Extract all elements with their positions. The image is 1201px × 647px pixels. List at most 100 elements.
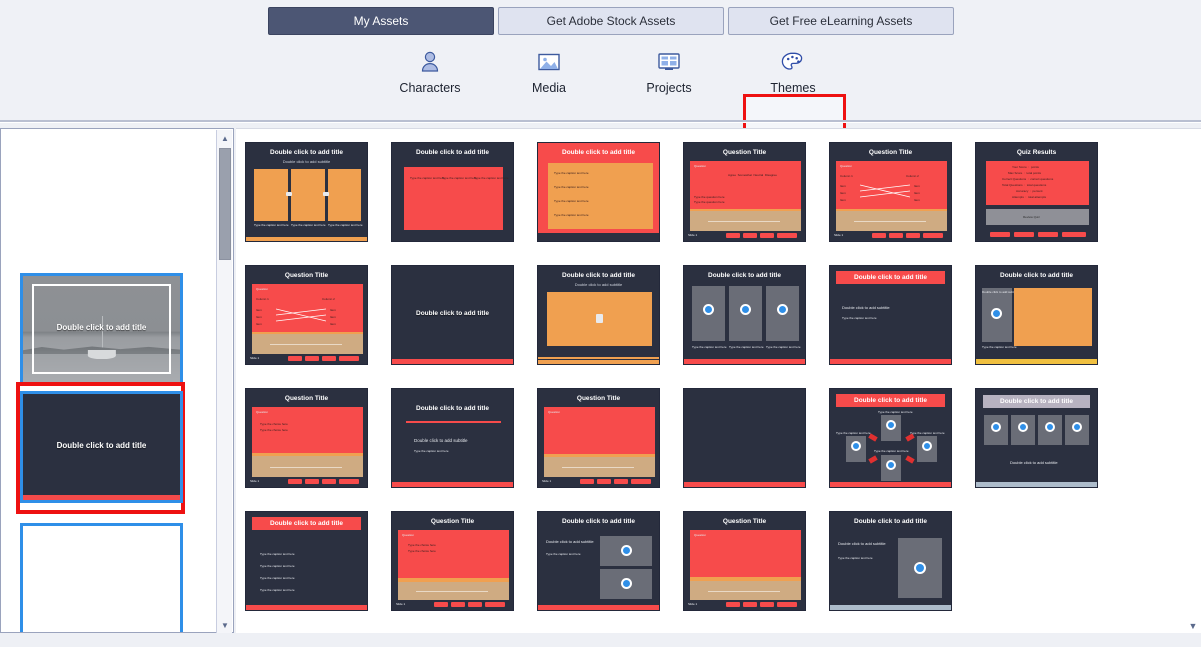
quiz-button-clear[interactable] xyxy=(305,356,319,361)
theme-tile-11[interactable]: Double click to add title Double click t… xyxy=(829,265,952,365)
person-card-top xyxy=(881,415,901,441)
quiz-button-submit[interactable] xyxy=(923,233,943,238)
progress-label: Slide 1 xyxy=(250,479,260,483)
quiz-button-back[interactable] xyxy=(288,356,302,361)
feedback-rule xyxy=(270,467,342,468)
quiz-button-submit[interactable] xyxy=(777,233,797,238)
quiz-button-submit[interactable] xyxy=(777,602,797,607)
quiz-button-submit[interactable] xyxy=(339,479,359,484)
category-projects[interactable]: Projects xyxy=(609,46,729,106)
slide-2-canvas: Double click to add title xyxy=(23,394,180,500)
theme-tile-5[interactable]: Question Title Question Column 1 Column … xyxy=(829,142,952,242)
media-icon-2 xyxy=(623,580,630,587)
theme-12-subtitle: Double click to add subtitle xyxy=(982,290,1018,294)
theme-tile-10[interactable]: Double click to add title Type the capti… xyxy=(683,265,806,365)
theme-1-title: Double click to add title xyxy=(270,149,343,156)
match-target-3: Item xyxy=(914,198,920,202)
theme-23-subtitle: Double click to add subtitle xyxy=(838,541,886,546)
person-avatar-left xyxy=(853,443,859,449)
tab-get-adobe-stock-assets[interactable]: Get Adobe Stock Assets xyxy=(498,7,724,35)
quiz-button-clear[interactable] xyxy=(451,602,465,607)
quiz-button-skip[interactable] xyxy=(906,233,920,238)
theme-tile-22[interactable]: Question Title Question Slide 1 xyxy=(683,511,806,611)
theme-5-title: Question Title xyxy=(868,149,913,156)
scroll-up-arrow[interactable]: ▲ xyxy=(217,130,233,146)
list-item-4: Type the caption text here xyxy=(554,213,589,217)
theme-tile-1[interactable]: Double click to add title Double click t… xyxy=(245,142,368,242)
theme-tile-17[interactable]: Double click to add title Type the capti… xyxy=(829,388,952,488)
theme-tile-15[interactable]: Question Title Question Slide 1 xyxy=(537,388,660,488)
quiz-button-back[interactable] xyxy=(726,233,740,238)
person-icon xyxy=(417,46,443,78)
tab-my-assets[interactable]: My Assets xyxy=(268,7,494,35)
quiz-button-back[interactable] xyxy=(726,602,740,607)
theme-tile-8[interactable]: Double click to add title xyxy=(391,265,514,365)
theme-tile-21[interactable]: Double click to add title Double click t… xyxy=(537,511,660,611)
bullet-3: Type the caption text here xyxy=(260,576,295,580)
accent-bar xyxy=(246,237,367,241)
question-label: Question xyxy=(256,410,269,414)
theme-8-title: Double click to add title xyxy=(416,310,489,318)
quiz-button-submit[interactable] xyxy=(485,602,505,607)
results-button-continue[interactable] xyxy=(1038,232,1058,237)
chevron-down-icon[interactable]: ▼ xyxy=(1186,620,1200,632)
theme-tile-14[interactable]: Double click to add title Double click t… xyxy=(391,388,514,488)
asset-category-row: Characters Media Projects Themes xyxy=(0,46,1201,166)
quiz-button-skip[interactable] xyxy=(760,233,774,238)
results-button-retake[interactable] xyxy=(1014,232,1034,237)
theme-tile-18[interactable]: Double click to add title Double click t… xyxy=(975,388,1098,488)
theme-tile-4[interactable]: Question Title Question Agree Somewhat N… xyxy=(683,142,806,242)
person-card-4 xyxy=(1065,415,1089,445)
quiz-button-skip[interactable] xyxy=(322,479,336,484)
category-themes[interactable]: Themes xyxy=(733,46,853,106)
list-item-1: Type the caption text here xyxy=(554,171,589,175)
result-row-4: Total Questions : total questions xyxy=(1002,183,1047,187)
quiz-button-back[interactable] xyxy=(288,479,302,484)
theme-tile-19[interactable]: Double click to add title Type the capti… xyxy=(245,511,368,611)
theme-tile-12[interactable]: Double click to add title Double click t… xyxy=(975,265,1098,365)
slide-thumbnail-3[interactable] xyxy=(20,523,183,632)
quiz-button-skip[interactable] xyxy=(468,602,482,607)
tab-get-free-elearning-assets[interactable]: Get Free eLearning Assets xyxy=(728,7,954,35)
category-characters[interactable]: Characters xyxy=(370,46,490,106)
result-row-5: Accuracy : percent xyxy=(1016,189,1043,193)
quiz-button-skip[interactable] xyxy=(322,356,336,361)
scroll-down-arrow[interactable]: ▼ xyxy=(217,617,233,633)
theme-23-title: Double click to add title xyxy=(854,518,927,525)
quiz-button-submit[interactable] xyxy=(339,356,359,361)
theme-tile-13[interactable]: Question Title Question Type the choice … xyxy=(245,388,368,488)
accent-bar xyxy=(538,605,659,610)
quiz-button-back[interactable] xyxy=(872,233,886,238)
theme-tile-16[interactable] xyxy=(683,388,806,488)
category-media[interactable]: Media xyxy=(489,46,609,106)
quiz-button-skip[interactable] xyxy=(760,602,774,607)
slide-panel-scrollbar[interactable]: ▲ ▼ xyxy=(216,130,232,633)
title-rule xyxy=(406,421,501,423)
theme-tile-23[interactable]: Double click to add title Double click t… xyxy=(829,511,952,611)
results-button-finish[interactable] xyxy=(1062,232,1086,237)
quiz-button-clear[interactable] xyxy=(889,233,903,238)
theme-tile-3[interactable]: Double click to add title Type the capti… xyxy=(537,142,660,242)
quiz-button-clear[interactable] xyxy=(743,602,757,607)
theme-tile-7[interactable]: Question Title Question Column 1 Column … xyxy=(245,265,368,365)
match-target-2: Item xyxy=(330,315,336,319)
quiz-button-submit[interactable] xyxy=(631,479,651,484)
slide-thumbnail-1[interactable]: Double click to add title xyxy=(20,273,183,385)
theme-tile-9[interactable]: Double click to add title Double click t… xyxy=(537,265,660,365)
quiz-button-skip[interactable] xyxy=(614,479,628,484)
quiz-button-clear[interactable] xyxy=(743,233,757,238)
slide-thumbnail-2[interactable]: Double click to add title xyxy=(20,391,183,503)
slide-1-canvas: Double click to add title xyxy=(23,276,180,382)
theme-tile-20[interactable]: Question Title Question Type the choice … xyxy=(391,511,514,611)
quiz-button-back[interactable] xyxy=(434,602,448,607)
quiz-button-back[interactable] xyxy=(580,479,594,484)
quiz-button-clear[interactable] xyxy=(305,479,319,484)
theme-11-title: Double click to add title xyxy=(836,271,945,284)
theme-tile-2[interactable]: Double click to add title Type the capti… xyxy=(391,142,514,242)
results-button-review[interactable] xyxy=(990,232,1010,237)
scrollbar-thumb[interactable] xyxy=(219,148,231,260)
slide-list[interactable]: Double click to add title Double click t… xyxy=(1,129,217,632)
quiz-button-clear[interactable] xyxy=(597,479,611,484)
progress-label: Slide 1 xyxy=(542,479,552,483)
theme-tile-6[interactable]: Quiz Results Your Score : points Max Sco… xyxy=(975,142,1098,242)
